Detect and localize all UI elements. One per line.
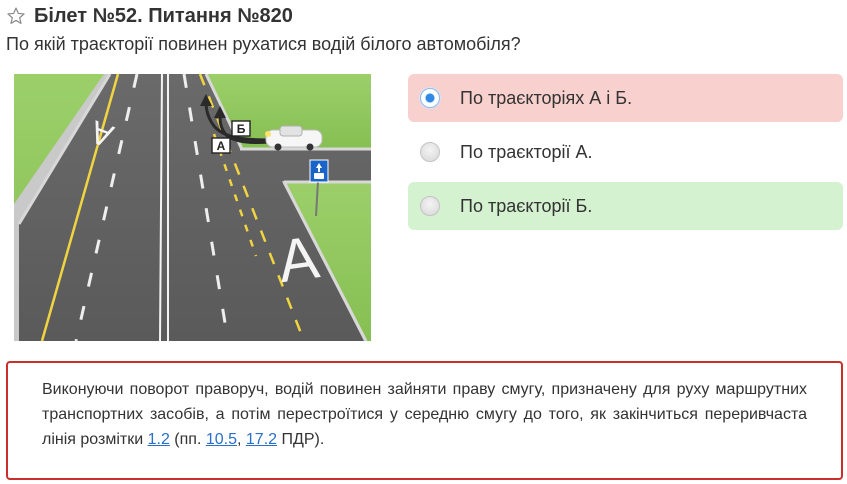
answer-list: По траєкторіях А і Б. По траєкторії А. П… bbox=[408, 74, 843, 236]
bus-lane-sign-icon bbox=[309, 159, 329, 183]
question-header: Білет №52. Питання №820 bbox=[6, 3, 293, 29]
question-text: По якій траєкторії повинен рухатися воді… bbox=[6, 34, 521, 54]
explanation-text: (пп. bbox=[169, 431, 206, 448]
trajectory-label-a: А bbox=[217, 139, 226, 153]
radio-selected-icon[interactable] bbox=[420, 88, 440, 108]
answer-label: По траєкторії А. bbox=[460, 141, 593, 162]
answer-option-3[interactable]: По траєкторії Б. bbox=[408, 182, 843, 230]
answer-option-1[interactable]: По траєкторіях А і Б. bbox=[408, 74, 843, 122]
answer-option-2[interactable]: По траєкторії А. bbox=[408, 128, 843, 176]
radio-icon[interactable] bbox=[420, 196, 440, 216]
rule-link-10-5[interactable]: 10.5 bbox=[206, 431, 237, 448]
rule-link-1-2[interactable]: 1.2 bbox=[148, 431, 170, 448]
star-outline-icon[interactable] bbox=[6, 6, 26, 26]
radio-icon[interactable] bbox=[420, 142, 440, 162]
explanation-box: Виконуючи поворот праворуч, водій повине… bbox=[6, 361, 843, 480]
explanation-text: , bbox=[237, 431, 246, 448]
rule-link-17-2[interactable]: 17.2 bbox=[246, 431, 277, 448]
ticket-title: Білет №52. Питання №820 bbox=[34, 4, 293, 27]
road-scene-illustration: А А Б А bbox=[14, 74, 371, 341]
answer-label: По траєкторії Б. bbox=[460, 195, 593, 216]
white-car bbox=[265, 125, 323, 151]
explanation-text: ПДР). bbox=[277, 431, 325, 448]
trajectory-label-b: Б bbox=[237, 122, 246, 136]
answer-label: По траєкторіях А і Б. bbox=[460, 87, 633, 108]
